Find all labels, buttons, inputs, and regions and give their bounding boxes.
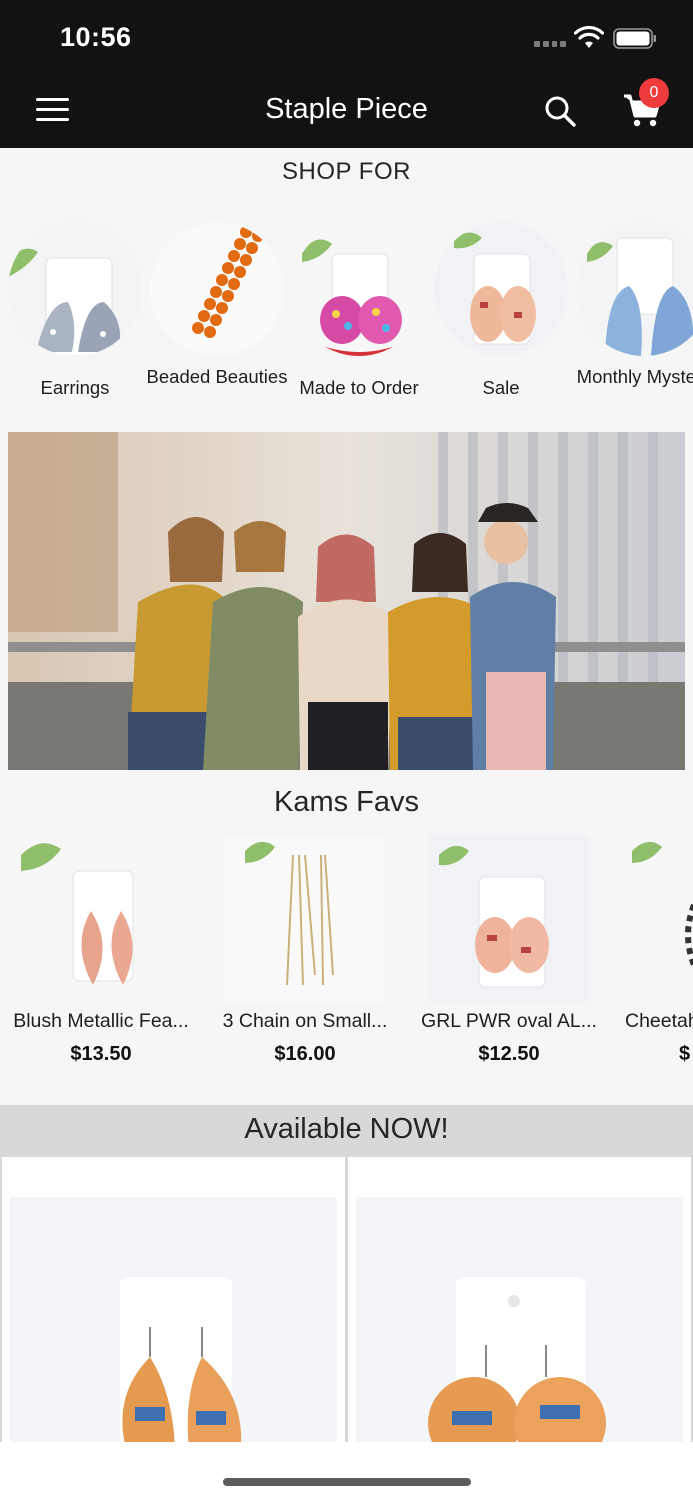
wifi-icon bbox=[574, 26, 604, 48]
category-sale[interactable]: Sale bbox=[434, 222, 568, 398]
category-beaded-beauties[interactable]: Beaded Beauties bbox=[147, 222, 287, 387]
product-image bbox=[21, 835, 181, 1002]
category-made-to-order[interactable]: Made to Order bbox=[292, 222, 426, 398]
product-card[interactable] bbox=[0, 1157, 347, 1457]
product-name: Blush Metallic Fea... bbox=[13, 1010, 189, 1032]
product-card[interactable]: 3 Chain on Small... $16.00 bbox=[212, 835, 398, 1065]
product-name: 3 Chain on Small... bbox=[222, 1010, 388, 1032]
shop-for-heading: SHOP FOR bbox=[282, 158, 411, 185]
store-title: Staple Piece bbox=[265, 93, 428, 125]
product-image bbox=[10, 1197, 337, 1455]
favs-heading: Kams Favs bbox=[273, 786, 420, 818]
category-label: Made to Order bbox=[299, 377, 419, 398]
category-image bbox=[150, 222, 284, 356]
product-image bbox=[225, 835, 385, 1002]
search-icon[interactable] bbox=[543, 94, 577, 128]
product-image bbox=[632, 835, 693, 1002]
product-price: $ bbox=[679, 1043, 691, 1065]
category-label: Sale bbox=[482, 377, 520, 398]
home-indicator[interactable] bbox=[223, 1478, 471, 1486]
product-price: $16.00 bbox=[274, 1043, 336, 1065]
product-image bbox=[356, 1197, 683, 1455]
category-label: Earrings bbox=[40, 377, 110, 398]
category-earrings[interactable]: Earrings bbox=[8, 222, 142, 398]
category-monthly-mystery[interactable]: Monthly Mystery bbox=[577, 222, 693, 387]
category-image bbox=[577, 222, 693, 356]
category-image bbox=[292, 222, 426, 356]
product-price: $12.50 bbox=[478, 1043, 540, 1065]
product-name: Cheetah bbox=[625, 1010, 693, 1032]
product-image bbox=[429, 835, 589, 1002]
product-card[interactable]: Cheetah $ bbox=[620, 835, 693, 1075]
category-label: Beaded Beauties bbox=[146, 366, 288, 387]
product-name: GRL PWR oval AL... bbox=[421, 1010, 597, 1032]
app-screen: 10:56 Staple Piece 0 SHOP FOR Earrings B… bbox=[0, 0, 693, 1500]
product-card[interactable]: Blush Metallic Fea... $13.50 bbox=[8, 835, 194, 1065]
product-card[interactable]: GRL PWR oval AL... $12.50 bbox=[416, 835, 602, 1065]
category-label: Monthly Mystery bbox=[576, 366, 693, 387]
product-price: $13.50 bbox=[70, 1043, 132, 1065]
home-indicator-area bbox=[0, 1442, 693, 1500]
status-time: 10:56 bbox=[60, 22, 132, 52]
available-heading: Available NOW! bbox=[244, 1113, 449, 1145]
category-image bbox=[434, 222, 568, 356]
category-image bbox=[8, 222, 142, 356]
cellular-signal-icon bbox=[534, 41, 566, 47]
app-header: 10:56 Staple Piece 0 bbox=[0, 0, 693, 148]
cart-count-badge: 0 bbox=[639, 78, 669, 108]
battery-icon bbox=[613, 28, 656, 49]
hero-banner-image[interactable] bbox=[8, 432, 685, 770]
product-card[interactable] bbox=[346, 1157, 693, 1457]
